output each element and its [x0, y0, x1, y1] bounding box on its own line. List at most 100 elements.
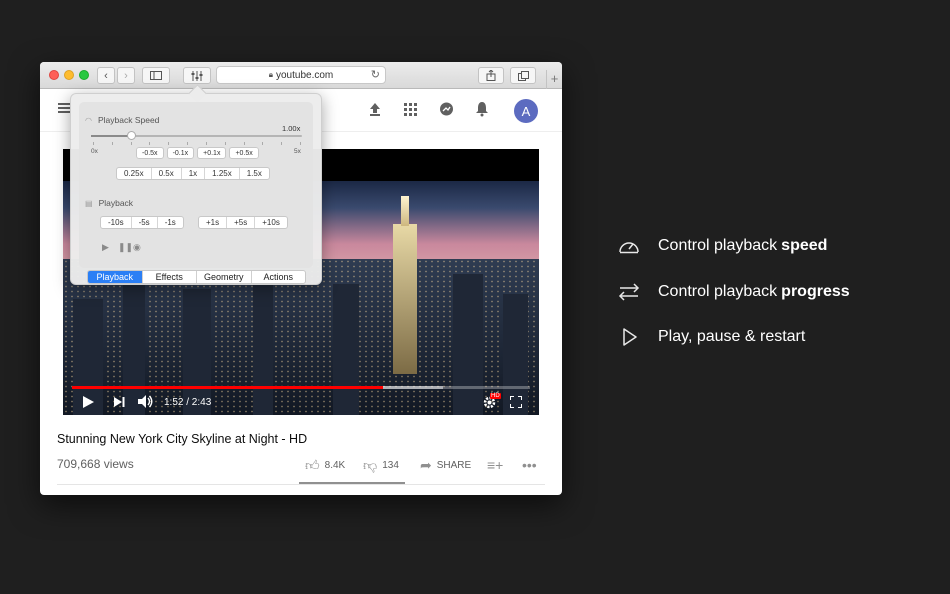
feature-play: Play, pause & restart: [618, 326, 805, 348]
share-icon: [486, 70, 496, 81]
feature-speed-text: Control playback: [658, 237, 778, 254]
tab-geometry[interactable]: Geometry: [197, 271, 252, 283]
speed-preset-1x[interactable]: 1x: [182, 168, 206, 179]
playlist-add-icon: ≡+: [487, 457, 504, 473]
speed-preset-0.5x[interactable]: 0.5x: [152, 168, 182, 179]
like-count: 8.4K: [324, 460, 346, 471]
seek-back-1s-button[interactable]: -1s: [158, 217, 183, 228]
play-outline-icon: [618, 326, 640, 348]
feature-play-text: Play, pause & restart: [658, 328, 806, 345]
dislike-button[interactable]: 👎︎ 134: [363, 457, 399, 474]
divider: [57, 484, 545, 485]
seek-forward-group: +1s +5s +10s: [198, 216, 288, 229]
dislike-count: 134: [382, 460, 399, 471]
thumbs-down-icon: 👎︎: [363, 457, 378, 473]
add-to-playlist-button[interactable]: ≡+: [487, 457, 508, 473]
browser-toolbar: ‹ › 🔒︎ youtube.com ↻ +: [40, 62, 562, 89]
feature-progress: Control playback progress: [618, 281, 850, 303]
thumbs-up-icon: 👍︎: [305, 457, 320, 473]
speed-plus-0.5-button[interactable]: +0.5x: [229, 147, 259, 159]
menu-icon[interactable]: [58, 103, 70, 113]
back-button[interactable]: ‹: [97, 67, 115, 84]
url-text: youtube.com: [276, 69, 334, 81]
minimize-window-button[interactable]: [64, 70, 74, 80]
like-button[interactable]: 👍︎ 8.4K: [305, 457, 345, 474]
speed-section-label: Playback Speed: [97, 115, 160, 125]
speedometer-icon: [618, 235, 640, 257]
speed-minus-0.1-button[interactable]: -0.1x: [166, 147, 195, 159]
close-window-button[interactable]: [49, 70, 59, 80]
slider-min-label: 0x: [91, 148, 98, 155]
share-label: SHARE: [436, 460, 472, 471]
video-time: 1:52 / 2:43: [164, 397, 212, 408]
speed-presets-group: 0.25x 0.5x 1x 1.25x 1.5x: [116, 167, 270, 180]
volume-icon[interactable]: [138, 395, 154, 408]
lock-icon: 🔒︎: [268, 70, 273, 79]
speed-section-title: ◠ Playback Speed: [85, 115, 159, 125]
address-bar[interactable]: 🔒︎ youtube.com ↻: [216, 66, 386, 84]
play-small-icon[interactable]: ▶: [102, 242, 109, 253]
feature-progress-bold: progress: [781, 283, 850, 300]
playback-section-label: Playback: [98, 198, 134, 208]
seek-back-5s-button[interactable]: -5s: [132, 217, 158, 228]
play-icon[interactable]: [83, 396, 94, 408]
forward-button[interactable]: ›: [117, 67, 135, 84]
tab-playback[interactable]: Playback: [88, 271, 143, 283]
slider-max-label: 5x: [294, 148, 301, 155]
seek-back-group: -10s -5s -1s: [100, 216, 184, 229]
new-tab-button[interactable]: +: [546, 70, 562, 89]
pause-small-icon[interactable]: ❚❚: [118, 242, 133, 253]
notifications-bell-icon[interactable]: [475, 101, 489, 117]
arrows-exchange-icon: [618, 281, 640, 303]
speed-preset-1.25x[interactable]: 1.25x: [205, 168, 240, 179]
seek-forward-1s-button[interactable]: +1s: [199, 217, 228, 228]
restart-small-icon[interactable]: ◉: [133, 242, 141, 253]
control-panel: ◠ Playback Speed 1.00x 0x 5x -0.5x -0.1x…: [79, 102, 313, 268]
more-dots-icon: •••: [522, 457, 537, 473]
hd-badge: HD: [490, 393, 501, 399]
speed-value: 1.00x: [282, 124, 301, 133]
tab-actions[interactable]: Actions: [252, 271, 306, 283]
playback-control-popover: ◠ Playback Speed 1.00x 0x 5x -0.5x -0.1x…: [70, 93, 322, 285]
slider-ticks: [93, 142, 301, 145]
messages-icon[interactable]: [439, 102, 454, 117]
chevron-left-icon: ‹: [104, 69, 108, 82]
tab-effects[interactable]: Effects: [143, 271, 197, 283]
feature-speed-bold: speed: [781, 237, 828, 254]
seek-forward-5s-button[interactable]: +5s: [227, 217, 256, 228]
speedometer-small-icon: ◠: [85, 115, 92, 125]
view-count: 709,668 views: [57, 457, 134, 471]
seek-back-10s-button[interactable]: -10s: [101, 217, 132, 228]
share-button[interactable]: [478, 67, 504, 84]
fullscreen-icon[interactable]: [510, 396, 522, 408]
video-progress-bar[interactable]: [72, 386, 530, 389]
film-icon: ▤: [85, 198, 93, 208]
sliders-icon: [191, 70, 203, 81]
share-arrow-icon: ➦: [420, 457, 432, 473]
tabs-icon: [517, 70, 529, 81]
feature-speed: Control playback speed: [618, 235, 827, 257]
tabs-overview-button[interactable]: [510, 67, 536, 84]
sidebar-icon: [150, 71, 162, 80]
seek-forward-10s-button[interactable]: +10s: [255, 217, 287, 228]
feature-progress-text: Control playback: [658, 283, 778, 300]
sidebar-button[interactable]: [142, 67, 170, 84]
speed-preset-1.5x[interactable]: 1.5x: [240, 168, 269, 179]
zoom-window-button[interactable]: [79, 70, 89, 80]
video-title: Stunning New York City Skyline at Night …: [57, 432, 308, 446]
upload-icon[interactable]: [368, 102, 382, 116]
speed-slider-thumb[interactable]: [127, 131, 137, 140]
next-icon[interactable]: [114, 397, 125, 407]
popover-tab-bar: Playback Effects Geometry Actions: [87, 270, 306, 284]
speed-preset-0.25x[interactable]: 0.25x: [117, 168, 152, 179]
share-video-button[interactable]: ➦ SHARE: [420, 457, 471, 474]
speed-plus-0.1-button[interactable]: +0.1x: [197, 147, 227, 159]
speed-slider[interactable]: [91, 131, 302, 140]
extension-button[interactable]: [183, 67, 211, 84]
speed-minus-0.5-button[interactable]: -0.5x: [136, 147, 164, 159]
more-actions-button[interactable]: •••: [522, 457, 542, 473]
avatar[interactable]: A: [514, 99, 538, 123]
reload-icon[interactable]: ↻: [371, 68, 380, 81]
playback-section-title: ▤ Playback: [85, 198, 133, 208]
apps-grid-icon[interactable]: [404, 103, 417, 116]
